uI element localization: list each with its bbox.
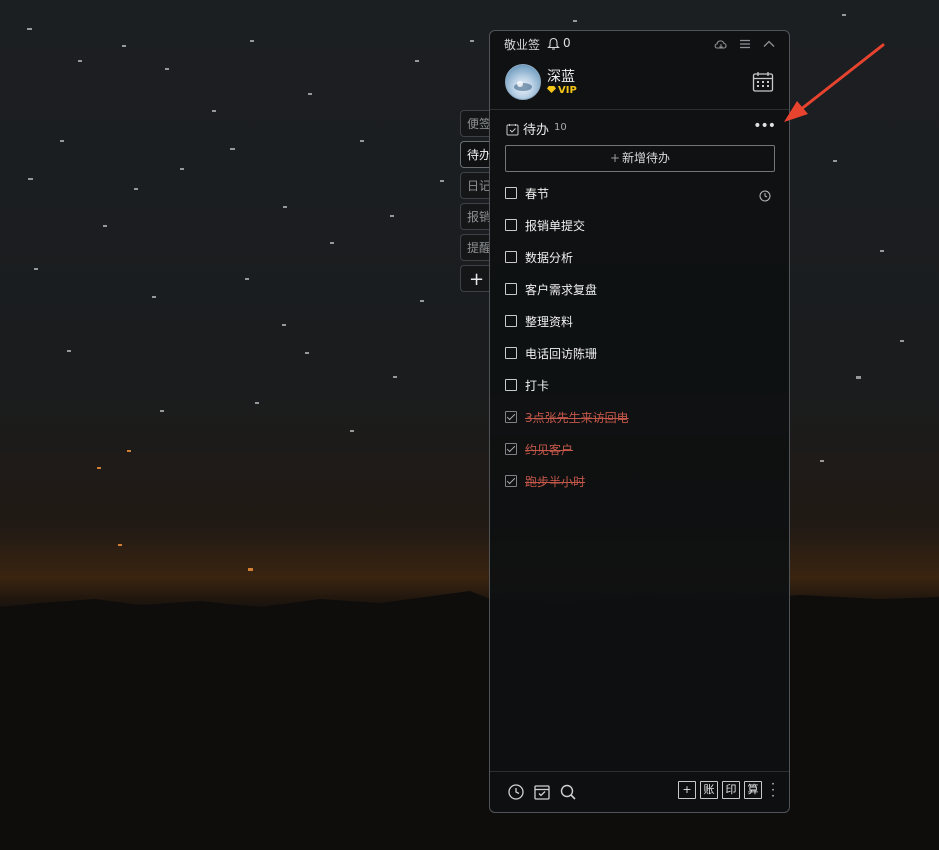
tab-diary[interactable]: 日记: [460, 172, 492, 199]
todo-item-text: 电话回访陈珊: [525, 347, 598, 361]
checkbox-checked[interactable]: [505, 411, 517, 423]
checkbox[interactable]: [505, 315, 517, 327]
list-item[interactable]: 打卡: [490, 370, 789, 402]
list-item[interactable]: 整理资料: [490, 306, 789, 338]
todo-section-header: 待办 10 •••: [490, 117, 789, 139]
tab-reminder[interactable]: 提醒: [460, 234, 492, 261]
todo-item-text: 整理资料: [525, 315, 574, 329]
todo-item-text: 报销单提交: [525, 219, 586, 233]
todo-check-icon: [506, 121, 519, 140]
tab-notes[interactable]: 便签: [460, 110, 492, 137]
clock-icon[interactable]: [507, 783, 525, 801]
list-item[interactable]: 客户需求复盘: [490, 274, 789, 306]
checkbox[interactable]: [505, 283, 517, 295]
plus-icon: +: [609, 151, 621, 165]
menu-icon[interactable]: [737, 36, 753, 52]
add-todo-label: 新增待办: [622, 151, 671, 165]
collapse-chevron-icon[interactable]: [761, 36, 777, 52]
add-tab-button[interactable]: +: [460, 265, 492, 292]
tab-todo[interactable]: 待办: [460, 141, 492, 168]
todo-item-text: 打卡: [525, 379, 550, 393]
list-item[interactable]: 报销单提交: [490, 210, 789, 242]
tab-reimbursement[interactable]: 报销: [460, 203, 492, 230]
checkbox[interactable]: [505, 347, 517, 359]
search-icon[interactable]: [559, 783, 577, 801]
clock-icon[interactable]: [759, 187, 771, 206]
notification-count: 0: [563, 36, 571, 50]
checkbox[interactable]: [505, 251, 517, 263]
archive-icon[interactable]: [533, 783, 551, 801]
cloud-sync-icon[interactable]: [713, 36, 729, 52]
todo-count: 10: [554, 122, 567, 133]
side-tab-bar: 便签 待办 日记 报销 提醒 +: [460, 110, 492, 296]
todo-list: 春节 报销单提交 数据分析 客户需求复盘 整理资料 电话回访陈珊 打卡 3点张先…: [490, 178, 789, 498]
todo-item-text: 客户需求复盘: [525, 283, 598, 297]
list-item[interactable]: 数据分析: [490, 242, 789, 274]
title-bar: 敬业签 0: [490, 31, 789, 57]
bottom-toolbar: + 账 印 算 · · ·: [490, 771, 789, 812]
list-item[interactable]: 电话回访陈珊: [490, 338, 789, 370]
ledger-button[interactable]: 账: [700, 781, 718, 799]
app-title: 敬业签: [504, 38, 541, 52]
avatar[interactable]: [505, 64, 541, 100]
more-vertical-icon[interactable]: · · ·: [770, 778, 776, 802]
mountain-silhouette: [0, 591, 939, 850]
list-item-done[interactable]: 3点张先生来访回电: [490, 402, 789, 434]
more-options-button[interactable]: •••: [753, 118, 776, 134]
todo-item-text: 春节: [525, 187, 550, 201]
diamond-icon: [547, 86, 556, 93]
add-todo-button[interactable]: + 新增待办: [505, 145, 775, 172]
todo-item-text: 数据分析: [525, 251, 574, 265]
todo-item-text: 3点张先生来访回电: [525, 411, 629, 425]
print-button[interactable]: 印: [722, 781, 740, 799]
vip-badge: VIP: [547, 85, 577, 96]
list-item-done[interactable]: 跑步半小时: [490, 466, 789, 498]
username: 深蓝: [547, 69, 575, 85]
bell-icon[interactable]: [547, 36, 560, 55]
todo-title: 待办: [523, 123, 550, 138]
add-note-button[interactable]: +: [678, 781, 696, 799]
checkbox[interactable]: [505, 379, 517, 391]
starry-sky-background: [27, 14, 904, 571]
list-item[interactable]: 春节: [490, 178, 789, 210]
todo-item-text: 跑步半小时: [525, 475, 586, 489]
checkbox-checked[interactable]: [505, 475, 517, 487]
todo-item-text: 约见客户: [525, 443, 574, 457]
calendar-icon[interactable]: [751, 70, 775, 98]
calculator-button[interactable]: 算: [744, 781, 762, 799]
list-item-done[interactable]: 约见客户: [490, 434, 789, 466]
checkbox[interactable]: [505, 187, 517, 199]
todo-panel: 敬业签 0 深蓝 VIP 待办 10 ••• + 新增待办 春节 报销单提交 数…: [489, 30, 790, 813]
profile-header: 深蓝 VIP: [490, 57, 789, 110]
checkbox[interactable]: [505, 219, 517, 231]
checkbox-checked[interactable]: [505, 443, 517, 455]
